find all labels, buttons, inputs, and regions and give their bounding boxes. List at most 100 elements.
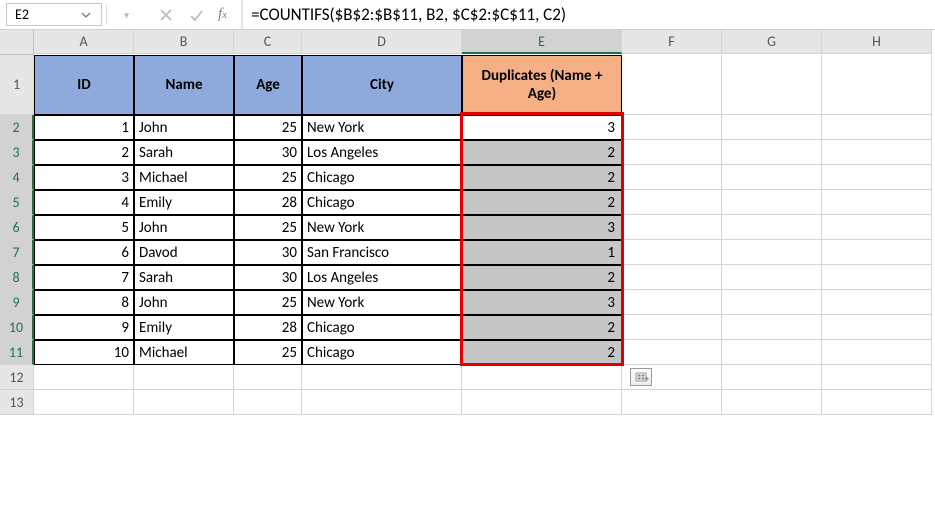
cell[interactable]: [822, 215, 932, 240]
row-header[interactable]: 4: [0, 165, 34, 190]
cell[interactable]: [622, 55, 722, 115]
table-header-cell[interactable]: Duplicates (Name + Age): [462, 55, 622, 115]
cell-city[interactable]: Chicago: [302, 190, 462, 215]
cell-id[interactable]: 4: [34, 190, 134, 215]
cell-age[interactable]: 25: [234, 215, 302, 240]
column-header[interactable]: E: [462, 30, 622, 54]
cell-age[interactable]: 25: [234, 165, 302, 190]
cell-city[interactable]: New York: [302, 290, 462, 315]
insert-function-icon[interactable]: fx: [218, 6, 227, 23]
cell-duplicates[interactable]: 2: [462, 265, 622, 290]
cell[interactable]: [722, 55, 822, 115]
cell[interactable]: [822, 290, 932, 315]
cell-duplicates[interactable]: 1: [462, 240, 622, 265]
cell-name[interactable]: Michael: [134, 165, 234, 190]
cell-duplicates[interactable]: 2: [462, 190, 622, 215]
cell-age[interactable]: 30: [234, 265, 302, 290]
row-header[interactable]: 8: [0, 265, 34, 290]
cell[interactable]: [822, 390, 932, 415]
cell-city[interactable]: Chicago: [302, 340, 462, 365]
cell[interactable]: [722, 365, 822, 390]
cell-name[interactable]: Emily: [134, 190, 234, 215]
cell-duplicates[interactable]: 2: [462, 340, 622, 365]
row-header[interactable]: 1: [0, 55, 34, 115]
cell[interactable]: [134, 365, 234, 390]
cell-age[interactable]: 30: [234, 140, 302, 165]
cell-city[interactable]: Los Angeles: [302, 265, 462, 290]
cell-city[interactable]: Los Angeles: [302, 140, 462, 165]
cell-id[interactable]: 2: [34, 140, 134, 165]
table-header-cell[interactable]: Name: [134, 55, 234, 115]
cell-id[interactable]: 1: [34, 115, 134, 140]
cell-duplicates[interactable]: 3: [462, 115, 622, 140]
column-header[interactable]: A: [34, 30, 134, 54]
cell-id[interactable]: 10: [34, 340, 134, 365]
spreadsheet-grid[interactable]: ABCDEFGH1IDNameAgeCityDuplicates (Name +…: [0, 30, 935, 415]
cell[interactable]: [622, 340, 722, 365]
cell[interactable]: [234, 365, 302, 390]
row-header[interactable]: 3: [0, 140, 34, 165]
row-header[interactable]: 12: [0, 365, 34, 390]
row-header[interactable]: 9: [0, 290, 34, 315]
cell-age[interactable]: 28: [234, 190, 302, 215]
cell[interactable]: [722, 390, 822, 415]
cell[interactable]: [622, 190, 722, 215]
row-header[interactable]: 6: [0, 215, 34, 240]
cell-id[interactable]: 3: [34, 165, 134, 190]
cell-duplicates[interactable]: 3: [462, 290, 622, 315]
cell-age[interactable]: 25: [234, 290, 302, 315]
cell[interactable]: [722, 265, 822, 290]
cell-city[interactable]: San Francisco: [302, 240, 462, 265]
cell-age[interactable]: 25: [234, 115, 302, 140]
column-header[interactable]: D: [302, 30, 462, 54]
cell[interactable]: [722, 140, 822, 165]
cell[interactable]: [722, 165, 822, 190]
cell[interactable]: [462, 390, 622, 415]
formula-input[interactable]: =COUNTIFS($B$2:$B$11, B2, $C$2:$C$11, C2…: [242, 0, 935, 29]
cell[interactable]: [134, 390, 234, 415]
table-header-cell[interactable]: Age: [234, 55, 302, 115]
cell-name[interactable]: Michael: [134, 340, 234, 365]
cell-age[interactable]: 28: [234, 315, 302, 340]
cell-id[interactable]: 7: [34, 265, 134, 290]
cell-name[interactable]: John: [134, 290, 234, 315]
column-header[interactable]: G: [722, 30, 822, 54]
column-header[interactable]: H: [822, 30, 932, 54]
cell-name[interactable]: John: [134, 115, 234, 140]
cell[interactable]: [822, 365, 932, 390]
cell-city[interactable]: Chicago: [302, 315, 462, 340]
cell-name[interactable]: Sarah: [134, 265, 234, 290]
cell-name[interactable]: Emily: [134, 315, 234, 340]
cell[interactable]: [722, 240, 822, 265]
cell-city[interactable]: Chicago: [302, 165, 462, 190]
cell-age[interactable]: 30: [234, 240, 302, 265]
cell[interactable]: [34, 365, 134, 390]
column-header[interactable]: B: [134, 30, 234, 54]
table-header-cell[interactable]: ID: [34, 55, 134, 115]
cell[interactable]: [34, 390, 134, 415]
cell[interactable]: [722, 290, 822, 315]
autofill-options-button[interactable]: +: [630, 368, 652, 386]
cell-city[interactable]: New York: [302, 115, 462, 140]
cell[interactable]: [622, 265, 722, 290]
name-box[interactable]: E2: [6, 3, 102, 26]
cell[interactable]: [822, 140, 932, 165]
cell-id[interactable]: 9: [34, 315, 134, 340]
cell-duplicates[interactable]: 2: [462, 140, 622, 165]
cell-city[interactable]: New York: [302, 215, 462, 240]
cell[interactable]: [622, 115, 722, 140]
cell[interactable]: [722, 215, 822, 240]
cell[interactable]: [722, 190, 822, 215]
cell[interactable]: [822, 115, 932, 140]
expand-dropdown-icon[interactable]: ▾: [124, 8, 129, 21]
cell[interactable]: [462, 365, 622, 390]
table-header-cell[interactable]: City: [302, 55, 462, 115]
row-header[interactable]: 10: [0, 315, 34, 340]
name-box-dropdown-icon[interactable]: [79, 8, 93, 22]
cell[interactable]: [822, 265, 932, 290]
cell[interactable]: [234, 390, 302, 415]
cell[interactable]: [622, 165, 722, 190]
cell-duplicates[interactable]: 2: [462, 315, 622, 340]
row-header[interactable]: 5: [0, 190, 34, 215]
cell[interactable]: [722, 340, 822, 365]
